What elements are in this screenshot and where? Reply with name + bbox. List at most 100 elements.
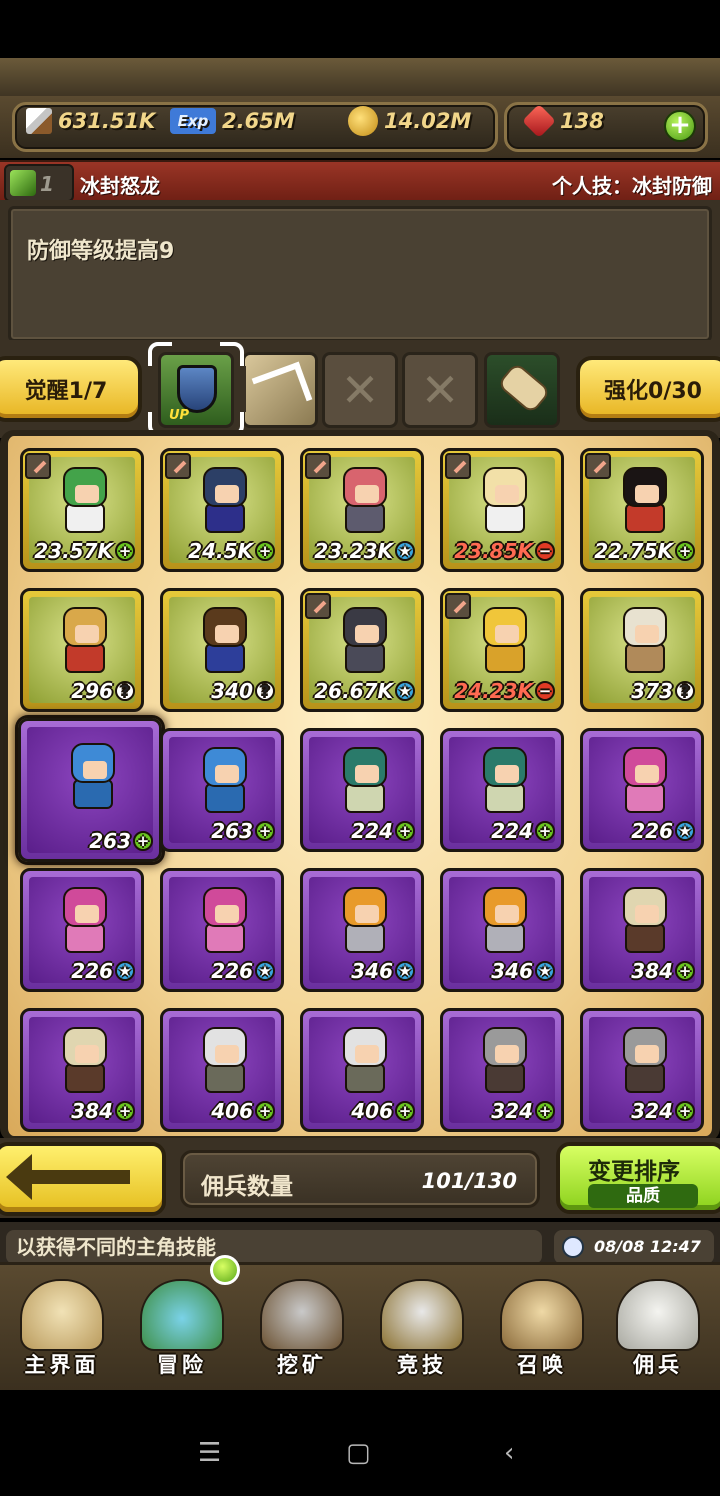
summon-scroll-icon xyxy=(500,1279,584,1351)
sprite-face xyxy=(495,905,519,923)
mercenary-power-value: 226 xyxy=(71,959,113,983)
enhance-button[interactable]: 强化0/30 xyxy=(576,356,720,422)
sprite-face xyxy=(635,1045,659,1063)
nav-mercenary-label: 佣兵 xyxy=(633,1353,683,1377)
android-nav-bar: ☰ ▢ ‹ xyxy=(0,1408,720,1496)
mercenary-card[interactable]: 324 + xyxy=(580,1008,704,1132)
mercenary-sprite xyxy=(61,743,125,815)
sprite-body xyxy=(205,783,245,813)
mercenary-card[interactable]: 24.5K + xyxy=(160,448,284,572)
attack-resource: 631.51K xyxy=(26,106,155,136)
slot-arrows[interactable] xyxy=(242,352,318,428)
top-frame xyxy=(0,58,720,100)
mercenary-card[interactable]: 24.23K − xyxy=(440,588,564,712)
mercenary-card[interactable]: 224 + xyxy=(440,728,564,852)
mercenary-card[interactable]: 263 + xyxy=(160,728,284,852)
back-nav-icon[interactable]: ‹ xyxy=(504,1438,514,1468)
mercenary-power-value: 226 xyxy=(631,819,673,843)
mercenary-power: 22.75K + xyxy=(583,539,695,563)
sort-mode: 品质 xyxy=(588,1184,698,1208)
clock-display: 08/08 12:47 xyxy=(554,1230,714,1264)
weapon-icon xyxy=(585,453,611,479)
mercenary-card[interactable]: 23.57K + xyxy=(20,448,144,572)
mercenary-power: 23.57K + xyxy=(23,539,135,563)
mercenary-card[interactable]: 263 + xyxy=(18,718,162,862)
mercenary-power: 226 ★ xyxy=(583,819,695,843)
mercenary-card[interactable]: 22.75K + xyxy=(580,448,704,572)
mercenary-sprite xyxy=(613,467,677,539)
skill-name: 冰封怒龙 xyxy=(80,174,160,198)
back-button[interactable] xyxy=(0,1142,166,1216)
mercenary-power-value: 296 xyxy=(71,679,113,703)
mercenary-power: 26.67K ★ xyxy=(303,679,415,703)
mercenary-card[interactable]: 384 + xyxy=(580,868,704,992)
mercenary-card[interactable]: 384 + xyxy=(20,1008,144,1132)
sort-button[interactable]: 变更排序 品质 xyxy=(556,1142,720,1214)
mercenary-power-value: 406 xyxy=(351,1099,393,1123)
sort-label: 变更排序 xyxy=(588,1159,680,1185)
mercenary-card[interactable]: 373? xyxy=(580,588,704,712)
unknown-badge-icon: ? xyxy=(255,681,275,701)
nav-adventure[interactable]: 冒险 xyxy=(124,1273,240,1383)
upgrade-plus-icon: + xyxy=(675,541,695,561)
sprite-body xyxy=(73,779,113,809)
sprite-face xyxy=(355,625,379,643)
mercenary-card[interactable]: 340? xyxy=(160,588,284,712)
sprite-body xyxy=(65,643,105,673)
nav-mercenary[interactable]: 佣兵 xyxy=(600,1273,716,1383)
star-badge-icon: ★ xyxy=(115,961,135,981)
mercenary-card[interactable]: 226 ★ xyxy=(580,728,704,852)
mercenary-power: 346 ★ xyxy=(443,959,555,983)
nav-main[interactable]: 主界面 xyxy=(4,1273,120,1383)
sprite-head xyxy=(343,467,387,507)
mercenary-sprite xyxy=(193,467,257,539)
mercenary-card[interactable]: 346 ★ xyxy=(300,868,424,992)
nav-mining[interactable]: 挖矿 xyxy=(244,1273,360,1383)
weapon-icon xyxy=(165,453,191,479)
nav-arena[interactable]: 竞技 xyxy=(364,1273,480,1383)
slot-empty-1[interactable]: ✕ xyxy=(322,352,398,428)
nav-summon[interactable]: 召唤 xyxy=(484,1273,600,1383)
slot-empty-2[interactable]: ✕ xyxy=(402,352,478,428)
sprite-head xyxy=(623,607,667,647)
mercenary-card[interactable]: 23.23K ★ xyxy=(300,448,424,572)
mercenary-power: 384 + xyxy=(23,1099,135,1123)
pickaxe-icon xyxy=(260,1279,344,1351)
home-icon[interactable]: ▢ xyxy=(346,1438,371,1468)
add-gems-button[interactable]: + xyxy=(664,110,696,142)
mercenary-card[interactable]: 26.67K ★ xyxy=(300,588,424,712)
sprite-body xyxy=(625,643,665,673)
upgrade-plus-icon: + xyxy=(395,821,415,841)
mercenary-card[interactable]: 406 + xyxy=(300,1008,424,1132)
menu-icon[interactable]: ☰ xyxy=(198,1438,221,1468)
star-badge-icon: ★ xyxy=(395,961,415,981)
mercenary-power-value: 224 xyxy=(351,819,393,843)
mercenary-sprite xyxy=(613,887,677,959)
mercenary-card[interactable]: 296? xyxy=(20,588,144,712)
mercenary-sprite xyxy=(193,887,257,959)
sprite-body xyxy=(345,503,385,533)
mercenary-sprite xyxy=(193,747,257,819)
mercenary-card[interactable]: 23.85K − xyxy=(440,448,564,572)
mercenary-card[interactable]: 324 + xyxy=(440,1008,564,1132)
mercenary-card[interactable]: 406 + xyxy=(160,1008,284,1132)
mercenary-power-value: 406 xyxy=(211,1099,253,1123)
mercenary-card[interactable]: 226 ★ xyxy=(160,868,284,992)
mercenary-power: 406 + xyxy=(303,1099,415,1123)
mercenary-card[interactable]: 226 ★ xyxy=(20,868,144,992)
mercenary-power: 324 + xyxy=(443,1099,555,1123)
mercenary-power-value: 324 xyxy=(631,1099,673,1123)
weapon-icon xyxy=(445,593,471,619)
sprite-face xyxy=(355,485,379,503)
mercenary-card[interactable]: 346 ★ xyxy=(440,868,564,992)
awaken-button[interactable]: 觉醒1/7 xyxy=(0,356,142,422)
sprite-face xyxy=(215,485,239,503)
slot-scroll[interactable] xyxy=(484,352,560,428)
mercenary-card[interactable]: 224 + xyxy=(300,728,424,852)
sprite-body xyxy=(485,1063,525,1093)
personal-skill: 个人技：冰封防御 xyxy=(552,174,712,198)
mercenary-power-value: 22.75K xyxy=(594,539,673,563)
weapon-icon xyxy=(305,593,331,619)
mercenary-sprite xyxy=(53,467,117,539)
sprite-head xyxy=(483,887,527,927)
